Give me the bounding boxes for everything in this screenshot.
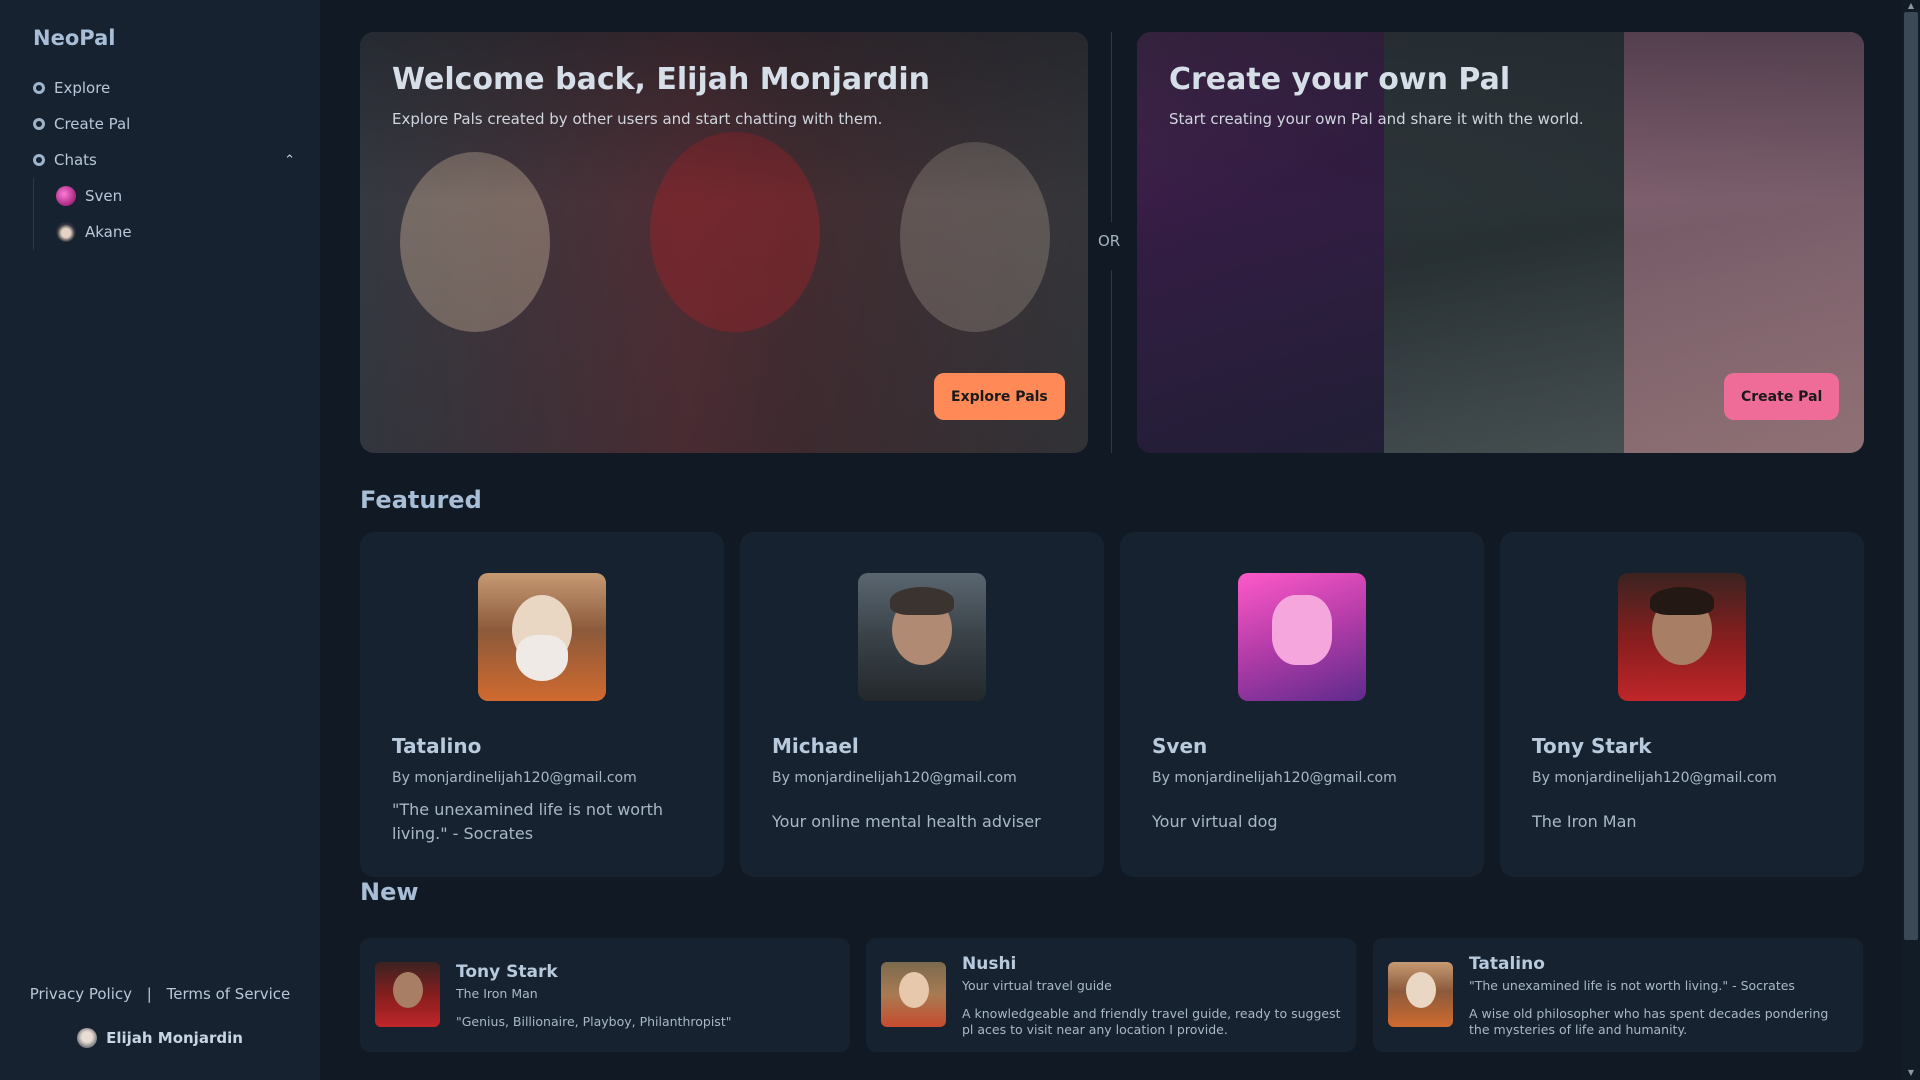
new-card-tony-stark[interactable]: Tony Stark The Iron Man "Genius, Billion… [360, 938, 850, 1052]
or-label: OR [1098, 232, 1121, 250]
chat-list: Sven Akane [33, 178, 295, 250]
pal-tagline: Your virtual travel guide [962, 978, 1112, 993]
pal-image [375, 962, 440, 1027]
pal-name: Nushi [962, 954, 1017, 974]
sidebar-item-create-pal[interactable]: Create Pal [33, 106, 295, 142]
pal-description: "The unexamined life is not worth living… [392, 800, 664, 843]
pal-tagline: "The unexamined life is not worth living… [1469, 978, 1795, 993]
pal-image [1388, 962, 1453, 1027]
sidebar-nav: Explore Create Pal Chats ⌃ Sven Akane [33, 70, 295, 250]
divider [1111, 32, 1112, 222]
brand-logo[interactable]: NeoPal [33, 26, 115, 50]
chevron-up-icon[interactable]: ⌃ [284, 153, 295, 168]
sidebar-item-explore[interactable]: Explore [33, 70, 295, 106]
explore-pals-button[interactable]: Explore Pals [934, 373, 1065, 420]
sidebar-item-label: Create Pal [54, 115, 131, 133]
pal-image [1238, 573, 1366, 701]
featured-title: Featured [360, 486, 482, 514]
pal-name: Sven [1152, 734, 1208, 758]
terms-of-service-link[interactable]: Terms of Service [167, 985, 291, 1003]
pal-name: Tatalino [1469, 954, 1545, 974]
sidebar-item-chats[interactable]: Chats ⌃ [33, 142, 295, 178]
pal-name: Tony Stark [456, 962, 558, 982]
avatar [56, 186, 76, 206]
hero-title: Welcome back, Elijah Monjardin [392, 62, 931, 97]
chat-item-sven[interactable]: Sven [56, 178, 295, 214]
chat-item-label: Sven [85, 187, 123, 205]
pal-description: A knowledgeable and friendly travel guid… [962, 1006, 1341, 1037]
pal-description: A wise old philosopher who has spent dec… [1469, 1006, 1829, 1037]
pal-author: By monjardinelijah120@gmail.com [1532, 770, 1777, 786]
hero-subtitle: Explore Pals created by other users and … [392, 110, 883, 128]
scrollbar-thumb[interactable] [1904, 12, 1918, 940]
sidebar: NeoPal Explore Create Pal Chats ⌃ Sven A… [0, 0, 320, 1080]
explore-icon [33, 82, 45, 94]
divider [1111, 270, 1112, 453]
featured-card-tatalino[interactable]: Tatalino By monjardinelijah120@gmail.com… [360, 532, 724, 877]
create-pal-button[interactable]: Create Pal [1724, 373, 1840, 420]
pal-name: Tatalino [392, 734, 482, 758]
pal-description: The Iron Man [1532, 812, 1637, 831]
pal-author: By monjardinelijah120@gmail.com [1152, 770, 1397, 786]
pal-image [1618, 573, 1746, 701]
pal-description: "Genius, Billionaire, Playboy, Philanthr… [456, 1014, 732, 1029]
sidebar-item-label: Chats [54, 151, 97, 169]
new-card-nushi[interactable]: Nushi Your virtual travel guide A knowle… [866, 938, 1356, 1052]
featured-card-michael[interactable]: Michael By monjardinelijah120@gmail.com … [740, 532, 1104, 877]
sidebar-item-label: Explore [54, 79, 111, 97]
hero-title: Create your own Pal [1169, 62, 1511, 97]
pal-image [881, 962, 946, 1027]
pal-author: By monjardinelijah120@gmail.com [392, 770, 637, 786]
pal-description: Your virtual dog [1152, 812, 1278, 831]
scroll-up-icon[interactable]: ▲ [1904, 1, 1918, 11]
chat-item-akane[interactable]: Akane [56, 214, 295, 250]
new-card-tatalino[interactable]: Tatalino "The unexamined life is not wor… [1373, 938, 1863, 1052]
sidebar-footer: Privacy Policy | Terms of Service [0, 985, 320, 1003]
privacy-policy-link[interactable]: Privacy Policy [30, 985, 132, 1003]
avatar [56, 222, 76, 242]
hero-subtitle: Start creating your own Pal and share it… [1169, 110, 1584, 128]
user-name: Elijah Monjardin [106, 1029, 243, 1047]
user-profile[interactable]: Elijah Monjardin [0, 1028, 320, 1048]
footer-separator: | [146, 985, 152, 1003]
scroll-down-icon[interactable]: ▼ [1904, 1068, 1918, 1078]
pal-name: Tony Stark [1532, 734, 1652, 758]
chats-icon [33, 154, 45, 166]
pal-name: Michael [772, 734, 859, 758]
chat-item-label: Akane [85, 223, 132, 241]
create-icon [33, 118, 45, 130]
avatar [77, 1028, 98, 1048]
pal-author: By monjardinelijah120@gmail.com [772, 770, 1017, 786]
new-title: New [360, 878, 419, 906]
pal-tagline: The Iron Man [456, 986, 538, 1001]
featured-card-sven[interactable]: Sven By monjardinelijah120@gmail.com You… [1120, 532, 1484, 877]
pal-image [858, 573, 986, 701]
hero-explore: Welcome back, Elijah Monjardin Explore P… [360, 32, 1088, 453]
pal-image [478, 573, 606, 701]
hero-create: Create your own Pal Start creating your … [1137, 32, 1864, 453]
featured-card-tony-stark[interactable]: Tony Stark By monjardinelijah120@gmail.c… [1500, 532, 1864, 877]
pal-description: Your online mental health adviser [772, 812, 1041, 831]
